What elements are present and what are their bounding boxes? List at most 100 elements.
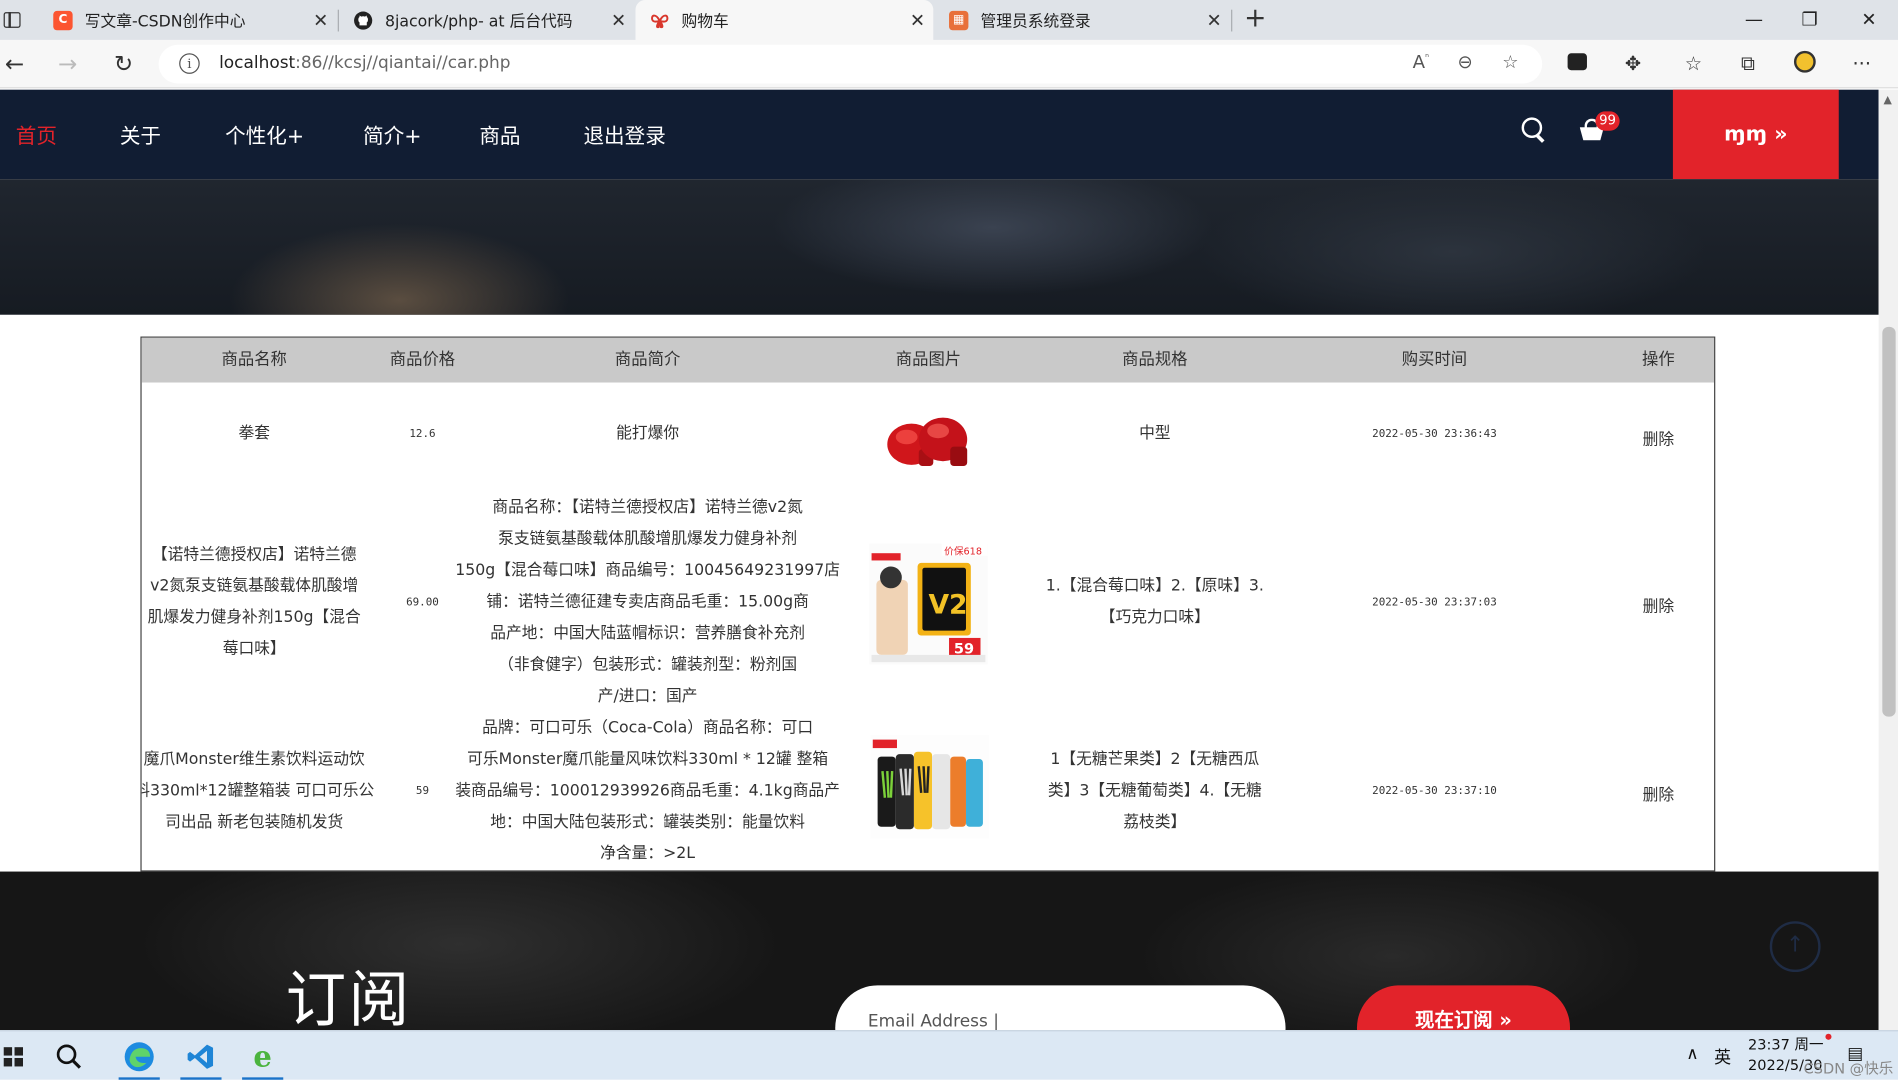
- product-desc-line: 泵支链氨基酸载体肌酸增肌爆发力健身补剂: [498, 530, 798, 549]
- browser-collections-icon[interactable]: ⧉: [1735, 51, 1762, 78]
- close-tab-icon[interactable]: ✕: [305, 9, 336, 31]
- product-name-line: 莓口味】: [222, 640, 286, 659]
- edge-icon[interactable]: [111, 1031, 167, 1080]
- hero-banner: [0, 179, 1879, 315]
- purchase-time: 2022-05-30 23:37:03: [1372, 596, 1497, 609]
- product-name-line: 司出品 新老包装随机发货: [165, 813, 344, 832]
- monster-drink-image: [870, 734, 989, 844]
- favorites-icon[interactable]: ☆: [1680, 51, 1707, 78]
- subscribe-title: 订阅: [285, 964, 412, 1031]
- site-info-icon[interactable]: i: [179, 53, 200, 74]
- product-spec: 中型: [1139, 419, 1170, 450]
- delete-link[interactable]: 删除: [1643, 593, 1674, 616]
- close-tab-icon[interactable]: ✕: [603, 9, 634, 31]
- product-spec-line: 1.【混合莓口味】2.【原味】3.: [1045, 577, 1264, 596]
- vscode-icon[interactable]: [173, 1031, 229, 1080]
- search-icon[interactable]: [41, 1031, 97, 1079]
- add-favorite-icon[interactable]: ☆: [1502, 51, 1518, 73]
- clock-time: 23:37 周一: [1747, 1036, 1824, 1054]
- tab-github[interactable]: 8jacork/php- at 后台代码 ✕: [339, 0, 634, 40]
- nav-intro[interactable]: 简介+: [363, 119, 421, 149]
- product-desc: 商品名称：【诺特兰德授权店】诺特兰德v2氮 泵支链氨基酸载体肌酸增肌爆发力健身补…: [455, 493, 840, 713]
- product-name-line: 【诺特兰德授权店】诺特兰德: [151, 545, 357, 565]
- nav-home[interactable]: 首页: [16, 119, 57, 149]
- tab-csdn[interactable]: C 写文章-CSDN创作中心 ✕: [39, 0, 337, 40]
- scroll-up-icon[interactable]: ▲: [1884, 94, 1892, 106]
- v2-supplement-image: V2 价保618 59: [869, 543, 988, 670]
- close-tab-icon[interactable]: ✕: [1198, 9, 1229, 31]
- tab-title: 管理员系统登录: [980, 13, 1091, 32]
- col-spec-header: 商品规格: [1122, 349, 1188, 370]
- csdn-icon: C: [53, 10, 73, 30]
- product-desc-line: 产/进口：国产: [597, 687, 698, 706]
- purchase-time: 2022-05-30 23:37:10: [1372, 785, 1497, 798]
- refresh-icon[interactable]: ↻: [107, 47, 141, 81]
- search-icon[interactable]: [1520, 116, 1547, 143]
- tab-actions-icon[interactable]: [0, 7, 27, 34]
- browser-tab-bar: C 写文章-CSDN创作中心 ✕ 8jacork/php- at 后台代码 ✕ …: [0, 0, 1898, 40]
- product-spec-line: 【巧克力口味】: [1099, 608, 1210, 628]
- nav-about[interactable]: 关于: [120, 119, 161, 149]
- web-page: 首页 关于 个性化+ 简介+ 商品 退出登录 99 ɱɱ » 商品名称 商品价格…: [0, 89, 1879, 1031]
- more-menu-icon[interactable]: ···: [1848, 51, 1875, 78]
- header-cta-button[interactable]: ɱɱ »: [1672, 89, 1839, 180]
- tab-title: 写文章-CSDN创作中心: [84, 13, 246, 32]
- product-image-mark: V2: [928, 590, 967, 621]
- purchase-time: 2022-05-30 23:36:43: [1372, 428, 1497, 441]
- delete-link[interactable]: 删除: [1643, 782, 1674, 805]
- email-placeholder: Email Address |: [867, 1011, 999, 1031]
- minimize-button[interactable]: —: [1726, 0, 1782, 40]
- profile-avatar[interactable]: [1792, 50, 1819, 78]
- product-desc-line: 净含量：>2L: [600, 844, 696, 864]
- tab-title: 购物车: [681, 13, 729, 32]
- notification-icon[interactable]: ▤: [1847, 1045, 1863, 1064]
- tab-divider: [1231, 9, 1233, 32]
- collections-icon[interactable]: [1564, 51, 1591, 78]
- col-image-header: 商品图片: [895, 349, 962, 370]
- close-tab-icon[interactable]: ✕: [902, 9, 933, 31]
- product-desc-line: 150g【混合莓口味】商品编号：10045649231997店: [455, 561, 841, 580]
- notification-dot: [1825, 1033, 1832, 1040]
- subscribe-button[interactable]: 现在订阅 »: [1356, 985, 1571, 1031]
- nav-personalize[interactable]: 个性化+: [225, 119, 304, 149]
- address-bar[interactable]: i localhost:86//kcsj//qiantai//car.php A…: [158, 44, 1543, 84]
- tray-chevron-icon[interactable]: ∧: [1686, 1045, 1698, 1064]
- nav-products[interactable]: 商品: [479, 119, 520, 149]
- scroll-thumb[interactable]: [1882, 326, 1896, 717]
- maximize-button[interactable]: ❐: [1782, 0, 1838, 40]
- product-desc-line: 能打爆你: [616, 424, 680, 444]
- read-aloud-icon[interactable]: Aⁿ: [1413, 51, 1429, 73]
- product-spec-line: 1【无糖芒果类】2【无糖西瓜: [1050, 750, 1260, 769]
- back-icon[interactable]: ←: [0, 47, 31, 81]
- delete-link[interactable]: 删除: [1643, 426, 1674, 449]
- email-input[interactable]: Email Address |: [835, 985, 1286, 1031]
- product-name-line: 肌爆发力健身补剂150g【混合: [147, 608, 361, 628]
- site-header: 首页 关于 个性化+ 简介+ 商品 退出登录 99 ɱɱ »: [0, 89, 1879, 180]
- page-scrollbar[interactable]: ▲: [1878, 89, 1898, 1031]
- product-name: 【诺特兰德授权店】诺特兰德 v2氮泵支链氨基酸载体肌酸增 肌爆发力健身补剂150…: [148, 540, 361, 666]
- new-tab-button[interactable]: +: [1242, 4, 1269, 35]
- ie-icon[interactable]: e: [235, 1031, 291, 1080]
- start-icon[interactable]: [0, 1031, 41, 1079]
- ime-indicator[interactable]: 英: [1714, 1045, 1731, 1069]
- tab-title: 8jacork/php- at 后台代码: [384, 13, 573, 32]
- tab-admin-login[interactable]: ▦ 管理员系统登录 ✕: [935, 0, 1230, 40]
- product-desc-line: （非食健字）包装形式：罐装剂型：粉剂国: [498, 656, 798, 675]
- cart-table: 商品名称 商品价格 商品简介 商品图片 商品规格 购买时间 操作 拳套 12.6…: [140, 336, 1716, 872]
- tab-cart[interactable]: 购物车 ✕: [635, 0, 934, 40]
- product-desc-line: 商品名称：【诺特兰德授权店】诺特兰德v2氮: [492, 498, 803, 517]
- col-name-header: 商品名称: [221, 349, 287, 370]
- url-path: :86//kcsj//qiantai//car.php: [295, 53, 511, 73]
- product-spec-line: 中型: [1139, 424, 1171, 444]
- subscribe-section: ↑ 订阅 Email Address | 现在订阅 »: [0, 871, 1879, 1031]
- col-price-header: 商品价格: [389, 349, 456, 370]
- extensions-icon[interactable]: ✥: [1620, 51, 1647, 78]
- zoom-out-icon[interactable]: ⊖: [1457, 51, 1472, 73]
- close-window-button[interactable]: ✕: [1841, 0, 1897, 40]
- github-icon: [353, 10, 373, 30]
- nav-logout[interactable]: 退出登录: [583, 119, 665, 149]
- product-price: 69.00: [406, 596, 439, 609]
- back-to-top-button[interactable]: ↑: [1769, 921, 1821, 973]
- url-text[interactable]: localhost:86//kcsj//qiantai//car.php: [219, 53, 510, 72]
- forward-icon[interactable]: →: [51, 47, 85, 81]
